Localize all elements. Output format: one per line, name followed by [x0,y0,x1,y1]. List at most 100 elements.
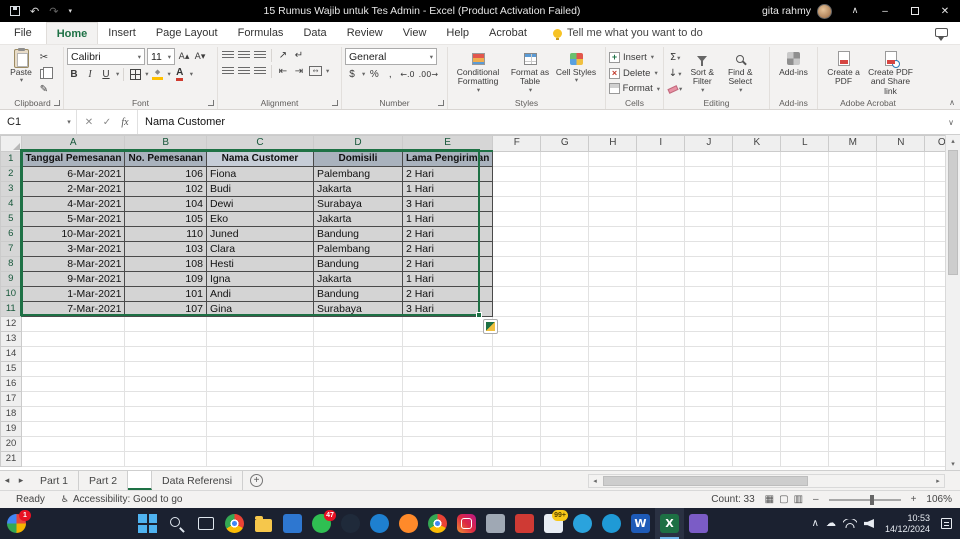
accessibility-status[interactable]: ♿ Accessibility: Good to go [61,494,183,505]
cell-D11[interactable]: Surabaya [312,301,403,317]
cell-B14[interactable] [124,346,207,362]
row-header-19[interactable]: 19 [0,421,22,437]
cell-E20[interactable] [402,436,494,452]
cell-N7[interactable] [876,241,926,257]
cell-M17[interactable] [828,391,878,407]
cell-B9[interactable]: 109 [124,271,207,287]
create-pdf-button[interactable]: Create a PDF [821,48,866,96]
font-color-icon[interactable]: A [173,67,187,81]
cell-N2[interactable] [876,166,926,182]
skype-icon[interactable] [597,508,626,539]
cell-D5[interactable]: Jakarta [312,211,403,227]
cell-F9[interactable] [492,271,542,287]
cell-N12[interactable] [876,316,926,332]
new-sheet-button[interactable]: + [250,474,264,487]
cell-F6[interactable] [492,226,542,242]
cell-G21[interactable] [540,451,590,467]
cell-E8[interactable]: 2 Hari [401,256,494,272]
cell-F14[interactable] [492,346,542,362]
row-header-16[interactable]: 16 [0,376,22,392]
save-icon[interactable] [10,6,20,16]
cell-N5[interactable] [876,211,926,227]
steam-icon[interactable] [336,508,365,539]
tab-help[interactable]: Help [436,22,479,44]
redo-icon[interactable]: ↷ [49,5,58,18]
column-header-M[interactable]: M [828,135,878,152]
excel-icon[interactable]: X [655,508,684,539]
cell-B19[interactable] [124,421,207,437]
cell-E13[interactable] [402,331,494,347]
cell-F15[interactable] [492,361,542,377]
cell-M8[interactable] [828,256,878,272]
cell-A13[interactable] [21,331,126,347]
cell-I15[interactable] [636,361,686,377]
cell-D14[interactable] [313,346,403,362]
cell-C19[interactable] [206,421,314,437]
edge-icon[interactable] [365,508,394,539]
vertical-scrollbar[interactable]: ▴ ▾ [945,135,960,470]
fill-color-icon[interactable] [151,67,165,81]
row-header-3[interactable]: 3 [0,181,23,197]
cell-L8[interactable] [780,256,830,272]
tab-acrobat[interactable]: Acrobat [479,22,537,44]
create-pdf-share-link-button[interactable]: Create PDF and Share link [866,48,915,96]
row-header-13[interactable]: 13 [0,331,22,347]
cell-G15[interactable] [540,361,590,377]
cell-G5[interactable] [540,211,590,227]
undo-icon[interactable]: ↶ [30,5,39,18]
align-top-icon[interactable] [221,48,235,62]
vertical-scroll-thumb[interactable] [948,150,958,275]
telegram-icon[interactable] [568,508,597,539]
tell-me-box[interactable]: Tell me what you want to do [552,27,703,40]
cell-I7[interactable] [636,241,686,257]
cell-H16[interactable] [588,376,638,392]
zoom-level[interactable]: 106% [926,494,952,505]
cell-B10[interactable]: 101 [124,286,207,302]
cell-N11[interactable] [876,301,926,317]
cell-J16[interactable] [684,376,734,392]
cell-L21[interactable] [780,451,830,467]
cell-D9[interactable]: Jakarta [312,271,403,287]
cell-A7[interactable]: 3-Mar-2021 [20,241,126,257]
mail-app-icon[interactable] [278,508,307,539]
cell-K16[interactable] [732,376,782,392]
cell-L18[interactable] [780,406,830,422]
cell-B17[interactable] [124,391,207,407]
user-account[interactable]: gita rahmy [762,3,832,19]
cell-A3[interactable]: 2-Mar-2021 [20,181,126,197]
cell-L13[interactable] [780,331,830,347]
volume-icon[interactable] [863,519,874,528]
cell-J9[interactable] [684,271,734,287]
page-break-view-icon[interactable]: ▥ [794,494,803,505]
mail-badge-icon[interactable]: 99+ [539,508,568,539]
sheet-nav-right-icon[interactable]: ▸ [14,476,28,486]
cell-E3[interactable]: 1 Hari [401,181,494,197]
cell-L19[interactable] [780,421,830,437]
cell-M3[interactable] [828,181,878,197]
tray-chevron-icon[interactable]: ∧ [812,518,819,529]
cell-B15[interactable] [124,361,207,377]
align-middle-icon[interactable] [237,48,251,62]
tab-formulas[interactable]: Formulas [228,22,294,44]
cell-L10[interactable] [780,286,830,302]
zoom-slider-thumb[interactable] [870,494,875,505]
cell-I8[interactable] [636,256,686,272]
instagram-icon[interactable] [452,508,481,539]
cell-F3[interactable] [492,181,542,197]
select-all-button[interactable] [0,135,22,152]
cell-G4[interactable] [540,196,590,212]
cell-C4[interactable]: Dewi [205,196,314,212]
cell-G20[interactable] [540,436,590,452]
cell-A2[interactable]: 6-Mar-2021 [20,166,126,182]
cell-N17[interactable] [876,391,926,407]
cell-I20[interactable] [636,436,686,452]
cell-D6[interactable]: Bandung [312,226,403,242]
cell-C11[interactable]: Gina [205,301,314,317]
cell-K18[interactable] [732,406,782,422]
cell-I10[interactable] [636,286,686,302]
cell-B21[interactable] [124,451,207,467]
cell-B5[interactable]: 105 [124,211,207,227]
column-header-E[interactable]: E [401,135,494,152]
comma-style-icon[interactable]: , [383,67,397,81]
scroll-down-icon[interactable]: ▾ [946,460,960,468]
